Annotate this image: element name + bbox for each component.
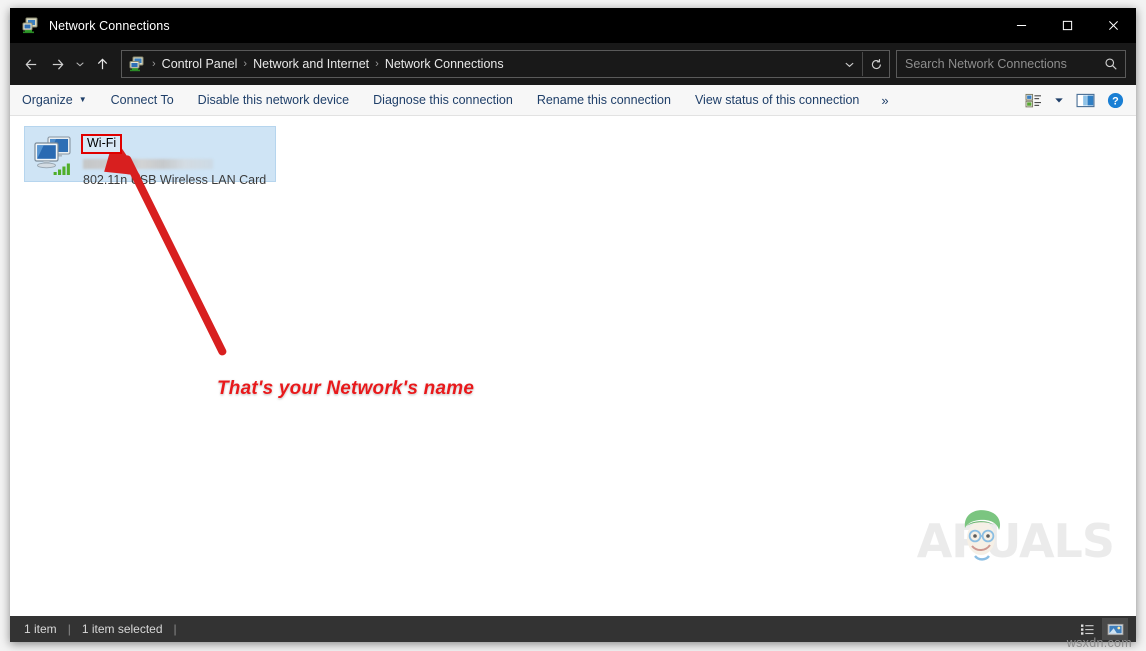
- breadcrumb-item-network-connections[interactable]: Network Connections: [380, 57, 509, 71]
- toolbar-item-connect-to[interactable]: Connect To: [99, 86, 186, 115]
- help-button[interactable]: ?: [1101, 86, 1130, 115]
- watermark-letter-a: A: [917, 518, 952, 564]
- refresh-icon[interactable]: [863, 52, 889, 76]
- status-separator: |: [57, 622, 82, 636]
- close-button[interactable]: [1090, 8, 1136, 43]
- toolbar-item-organize[interactable]: Organize ▼: [10, 86, 99, 115]
- search-input[interactable]: [897, 56, 1097, 72]
- toolbar-item-label: Organize: [22, 93, 73, 107]
- list-item[interactable]: Wi-Fi 802.11n USB Wireless LAN Card: [24, 126, 276, 182]
- wireless-network-adapter-icon: [31, 134, 79, 180]
- connection-ssid-redacted: [83, 159, 213, 169]
- command-toolbar: Organize ▼ Connect To Disable this netwo…: [10, 85, 1136, 116]
- breadcrumb[interactable]: › Control Panel › Network and Internet ›…: [121, 50, 890, 78]
- toolbar-overflow-button[interactable]: »: [871, 86, 898, 115]
- forward-arrow-icon[interactable]: [44, 51, 70, 77]
- breadcrumb-item-network-and-internet[interactable]: Network and Internet: [248, 57, 374, 71]
- address-bar: › Control Panel › Network and Internet ›…: [10, 43, 1136, 85]
- toolbar-item-label: Rename this connection: [537, 93, 671, 107]
- toolbar-item-diagnose-this-connection[interactable]: Diagnose this connection: [361, 86, 525, 115]
- toolbar-item-rename-this-connection[interactable]: Rename this connection: [525, 86, 683, 115]
- status-bar: 1 item | 1 item selected |: [10, 616, 1136, 642]
- list-item-text: Wi-Fi 802.11n USB Wireless LAN Card: [83, 132, 266, 187]
- search-icon[interactable]: [1097, 52, 1125, 76]
- annotation-caption: That's your Network's name: [217, 378, 474, 400]
- breadcrumb-item-control-panel[interactable]: Control Panel: [157, 57, 243, 71]
- window-title: Network Connections: [49, 19, 170, 33]
- maximize-button[interactable]: [1044, 8, 1090, 43]
- search-box[interactable]: [896, 50, 1126, 78]
- appuals-mascot-icon: [955, 506, 1007, 564]
- address-dropdown-chevron-down-icon[interactable]: [836, 52, 862, 76]
- network-connections-window: Network Connections: [10, 8, 1136, 642]
- wsxdn-watermark: wsxdn.com: [1067, 636, 1132, 650]
- toolbar-item-disable-this-network-device[interactable]: Disable this network device: [186, 86, 361, 115]
- status-selection-count: 1 item selected: [82, 622, 163, 636]
- back-arrow-icon[interactable]: [18, 51, 44, 77]
- connection-name[interactable]: Wi-Fi: [81, 134, 122, 154]
- toolbar-item-label: Diagnose this connection: [373, 93, 513, 107]
- preview-pane-button[interactable]: [1070, 86, 1101, 115]
- connection-adapter-name: 802.11n USB Wireless LAN Card: [83, 173, 266, 187]
- minimize-button[interactable]: [998, 8, 1044, 43]
- title-bar: Network Connections: [10, 8, 1136, 43]
- toolbar-item-label: View status of this connection: [695, 93, 859, 107]
- view-options-chevron-down-icon[interactable]: [1048, 86, 1070, 115]
- svg-text:?: ?: [1112, 95, 1119, 107]
- status-separator: |: [163, 622, 188, 636]
- network-connections-icon: [22, 17, 39, 34]
- toolbar-item-label: Disable this network device: [198, 93, 349, 107]
- appuals-watermark-logo: A PUALS: [917, 518, 1114, 564]
- recent-locations-chevron-down-icon[interactable]: [70, 51, 89, 77]
- toolbar-item-view-status-of-this-connection[interactable]: View status of this connection: [683, 86, 871, 115]
- view-options-button[interactable]: [1019, 86, 1048, 115]
- status-item-count: 1 item: [24, 622, 57, 636]
- toolbar-item-label: Connect To: [111, 93, 174, 107]
- connections-list-area[interactable]: Wi-Fi 802.11n USB Wireless LAN Card That…: [10, 116, 1136, 616]
- path-network-connections-icon: [129, 56, 145, 72]
- up-arrow-icon[interactable]: [89, 51, 115, 77]
- chevron-down-icon: ▼: [79, 96, 87, 104]
- window-controls: [998, 8, 1136, 43]
